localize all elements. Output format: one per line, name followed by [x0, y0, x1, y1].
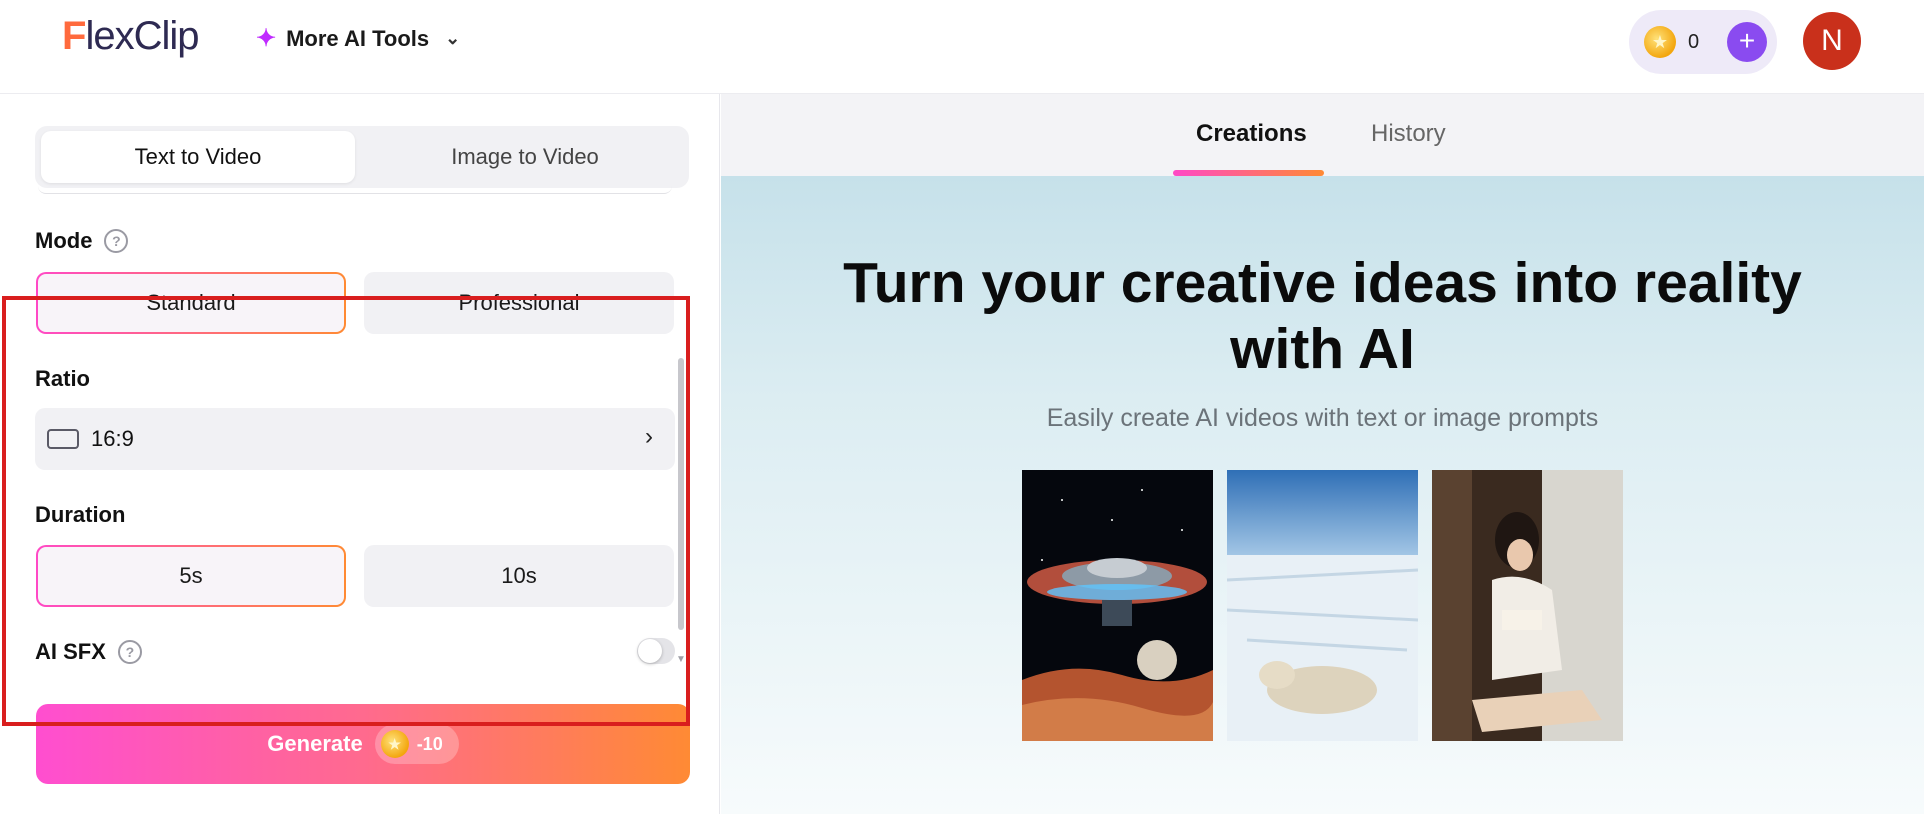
- toggle-knob: [638, 639, 662, 663]
- tab-text-to-video[interactable]: Text to Video: [41, 131, 355, 183]
- help-icon[interactable]: ?: [117, 640, 142, 664]
- generate-label: Generate: [267, 731, 363, 756]
- tab-image-to-video[interactable]: Image to Video: [368, 131, 682, 183]
- duration-option-5s[interactable]: 5s: [36, 545, 346, 607]
- thumbnail-ufo[interactable]: [1022, 470, 1213, 741]
- duration-label: Duration: [35, 502, 126, 527]
- ratio-label: Ratio: [35, 366, 90, 391]
- more-ai-tools-dropdown[interactable]: ✦ More AI Tools ⌄: [256, 24, 460, 53]
- ai-sfx-label: AI SFX: [35, 639, 106, 664]
- reading-girl-image: [1432, 470, 1623, 741]
- ai-sfx-section-title: AI SFX ?: [35, 639, 142, 665]
- help-icon[interactable]: ?: [104, 229, 129, 253]
- hero-title: Turn your creative ideas into reality wi…: [843, 251, 1802, 381]
- ratio-selector[interactable]: 16:9 ›: [35, 408, 675, 470]
- mode-section-title: Mode ?: [35, 228, 129, 254]
- hero-section: Turn your creative ideas into reality wi…: [721, 176, 1924, 814]
- generate-button[interactable]: Generate ★ -10: [36, 704, 690, 784]
- ratio-section-title: Ratio: [35, 366, 90, 392]
- tab-history[interactable]: History: [1371, 120, 1446, 148]
- credits-pill[interactable]: ★ 0 +: [1629, 10, 1777, 74]
- mode-label: Mode: [35, 228, 93, 253]
- chevron-down-icon: ⌄: [445, 28, 461, 48]
- aspect-ratio-icon: [47, 429, 79, 449]
- mode-option-standard[interactable]: Standard: [36, 272, 346, 334]
- user-avatar[interactable]: N: [1803, 12, 1861, 70]
- thumbnail-reading-girl[interactable]: [1432, 470, 1623, 741]
- ai-sfx-toggle[interactable]: [637, 638, 675, 664]
- top-header: FlexClip ✦ More AI Tools ⌄ ★ 0 + N: [0, 0, 1924, 94]
- add-credits-button[interactable]: +: [1727, 22, 1767, 62]
- generation-settings-panel: Text to Video Image to Video Mode ? Stan…: [0, 94, 720, 814]
- credit-count: 0: [1688, 30, 1700, 53]
- ufo-image: [1022, 470, 1213, 741]
- duration-section-title: Duration: [35, 502, 125, 528]
- results-panel: Creations History Turn your creative ide…: [721, 94, 1924, 814]
- scroll-down-arrow-icon[interactable]: ▼: [676, 654, 686, 665]
- hero-subtitle: Easily create AI videos with text or ima…: [1046, 404, 1599, 432]
- more-ai-tools-label: More AI Tools: [286, 25, 430, 51]
- mode-tab-switcher: Text to Video Image to Video: [35, 126, 689, 188]
- coin-icon: ★: [380, 730, 409, 758]
- panel-scrollbar[interactable]: [678, 358, 684, 630]
- results-tabs: Creations History: [721, 94, 1924, 176]
- mode-option-professional[interactable]: Professional: [364, 272, 674, 334]
- sparkle-icon: ✦: [256, 25, 277, 52]
- flexclip-logo[interactable]: FlexClip: [62, 14, 199, 59]
- polar-bear-image: [1227, 470, 1418, 741]
- duration-option-10s[interactable]: 10s: [364, 545, 674, 607]
- ratio-value: 16:9: [91, 426, 134, 451]
- collapsed-prompt-area-edge: [38, 186, 672, 194]
- tab-creations[interactable]: Creations: [1196, 120, 1307, 148]
- chevron-right-icon: ›: [645, 423, 653, 450]
- generate-cost: -10: [416, 733, 443, 754]
- coin-icon: ★: [1644, 26, 1676, 58]
- generate-cost-badge: ★ -10: [374, 724, 459, 764]
- thumbnail-polar-bear[interactable]: [1227, 470, 1418, 741]
